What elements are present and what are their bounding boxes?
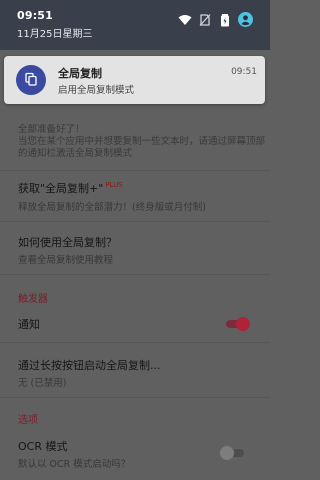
plus-badge: PLUS [105,181,123,190]
divider [0,397,270,398]
how-to-title[interactable]: 如何使用全局复制？ [18,234,117,250]
status-date: 11月25日星期三 [17,29,93,40]
status-bar: 09:51 11月25日星期三 [0,0,270,50]
battery-icon [218,12,232,27]
no-sim-icon [198,12,212,26]
wifi-icon [178,12,192,26]
notification-app-icon [16,65,46,95]
how-to-subtitle: 查看全局复制使用教程 [18,255,114,266]
notification-time: 09:51 [231,67,257,77]
divider [0,170,270,171]
notification-card[interactable]: 全局复制 启用全局复制模式 09:51 [4,56,265,104]
long-press-subtitle: 无 (已禁用) [18,378,67,389]
ocr-mode-subtitle: 默认以 OCR 模式启动吗？ [18,459,131,470]
divider [0,221,270,222]
status-time: 09:51 [17,9,54,22]
section-header-triggers: 触发器 [18,294,48,305]
status-icons [178,12,253,27]
get-plus-subtitle: 释放全局复制的全部潜力！(终身版或月付制) [18,202,206,213]
divider [0,274,270,275]
account-icon[interactable] [238,12,253,27]
get-plus-title: 获取"全局复制+" [18,182,104,195]
ocr-mode-toggle[interactable] [220,446,246,460]
ocr-mode-title[interactable]: OCR 模式 [18,438,67,454]
copy-icon [24,71,38,90]
notification-toggle-label[interactable]: 通知 [18,316,40,332]
section-header-options: 选项 [18,415,38,426]
divider [0,342,270,343]
notification-toggle[interactable] [226,317,250,331]
notification-title: 全局复制 [58,67,102,80]
notification-text: 启用全局复制模式 [58,85,135,96]
intro-text: 全部准备好了！ 当您在某个应用中并想要复制一些文本时，请通过屏幕顶部的通知栏激活… [18,124,266,159]
long-press-title[interactable]: 通过长按按钮启动全局复制... [18,357,161,373]
get-plus-item[interactable]: 获取"全局复制+" PLUS [18,180,123,196]
